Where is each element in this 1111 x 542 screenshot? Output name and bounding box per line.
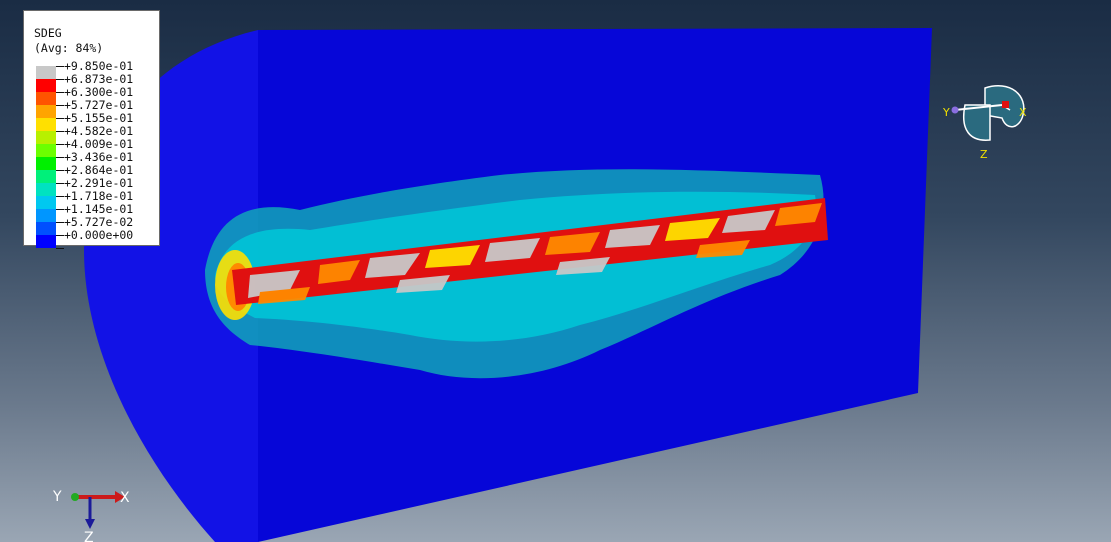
legend-tick xyxy=(56,144,64,145)
legend-tick xyxy=(56,131,64,132)
view-cube-face-left xyxy=(963,104,991,141)
triad-x-label: X xyxy=(120,490,130,506)
legend-tick xyxy=(56,118,64,119)
legend-swatch xyxy=(36,79,56,92)
triad-z-label: Z xyxy=(84,530,94,542)
legend-tick xyxy=(56,92,64,93)
legend-swatch xyxy=(36,183,56,196)
legend-title: SDEG xyxy=(34,26,62,40)
legend-tick xyxy=(56,157,64,158)
legend-tick xyxy=(56,170,64,171)
legend-swatch xyxy=(36,196,56,209)
legend-tick xyxy=(56,209,64,210)
legend-tick xyxy=(56,248,64,249)
legend-tick xyxy=(56,79,64,80)
legend-tick xyxy=(56,222,64,223)
view-cube-x-label: X xyxy=(1019,106,1027,119)
legend-value-label: +0.000e+00 xyxy=(64,228,134,242)
legend-swatch xyxy=(36,131,56,144)
legend-tick xyxy=(56,183,64,184)
view-cube-z-label: Z xyxy=(980,148,988,161)
legend-tick xyxy=(56,66,64,67)
legend-swatch xyxy=(36,235,56,248)
triad-y-label: Y xyxy=(52,489,62,505)
legend-tick xyxy=(56,235,64,236)
legend-swatch xyxy=(36,209,56,222)
legend-swatch xyxy=(36,92,56,105)
triad-small: Y X Z xyxy=(52,489,130,542)
view-cube-y-label: Y xyxy=(942,106,950,119)
legend-swatch xyxy=(36,170,56,183)
view-cube-marker xyxy=(1002,101,1009,108)
legend-swatch xyxy=(36,222,56,235)
legend-tick xyxy=(56,196,64,197)
legend-swatch xyxy=(36,105,56,118)
legend-swatch xyxy=(36,66,56,79)
legend-subtitle: (Avg: 84%) xyxy=(34,41,104,55)
legend-tick xyxy=(56,105,64,106)
viewport[interactable]: SDEG (Avg: 84%) +9.850e-01 +6.873e-01 +6.3… xyxy=(0,0,1111,542)
view-cube[interactable]: Y X Z xyxy=(930,70,1040,170)
legend-swatch xyxy=(36,157,56,170)
legend-swatch xyxy=(36,144,56,157)
view-cube-origin-dot xyxy=(951,106,959,114)
legend-swatch xyxy=(36,118,56,131)
contour-legend: SDEG (Avg: 84%) +9.850e-01 +6.873e-01 +6.3… xyxy=(23,10,160,249)
